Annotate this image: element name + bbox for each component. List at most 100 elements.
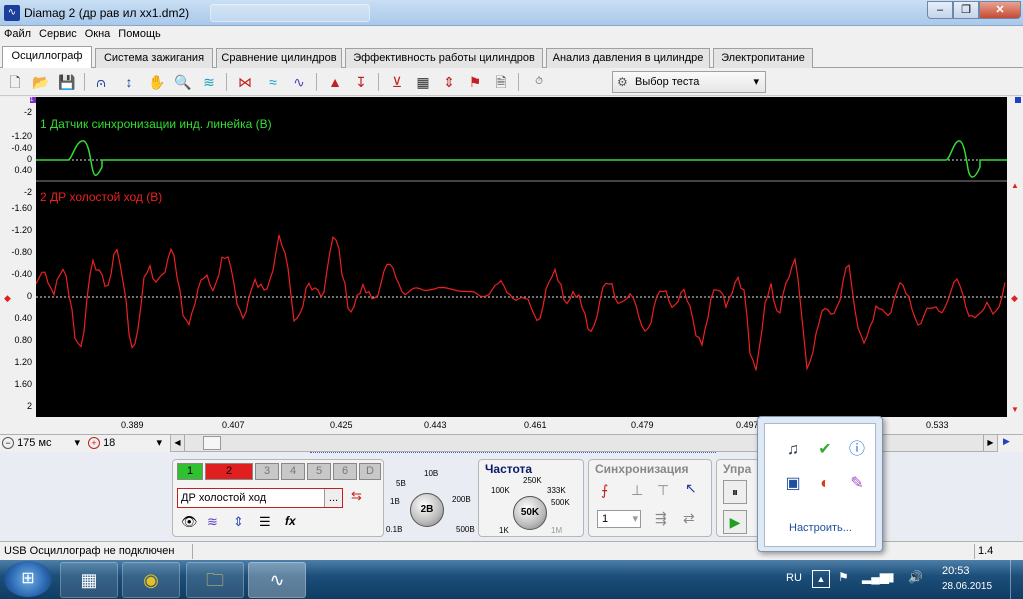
auto-scale-icon[interactable]: ▲ [324, 71, 346, 93]
music-icon[interactable]: ♫ [781, 438, 805, 462]
scroll-up-marker[interactable]: ▲ [1011, 181, 1019, 190]
chrome-icon[interactable]: ◉ [122, 562, 180, 598]
x-tick: 0.443 [424, 420, 447, 430]
start-button[interactable]: ⊞ [4, 561, 52, 597]
check-icon[interactable]: ✔ [813, 438, 837, 462]
document-icon[interactable]: 🗎 [490, 71, 512, 93]
scroll-down-marker[interactable]: ▼ [1011, 405, 1019, 414]
sync-app-icon[interactable]: ◐ [813, 472, 837, 496]
info-icon[interactable]: ⓘ [845, 438, 869, 462]
menu-help[interactable]: Помощь [114, 26, 165, 42]
open-folder-icon[interactable]: 📂 [30, 71, 52, 93]
save-icon[interactable]: 💾 [56, 71, 78, 93]
chevron-down-icon: ▾ [156, 437, 162, 449]
sync-expand-icon[interactable]: ⇶ [655, 510, 667, 527]
channel-name-input[interactable]: ДР холостой ход ... [177, 488, 343, 508]
channel2-right-marker[interactable]: ◆ [1011, 293, 1018, 304]
diamag-taskbar-icon[interactable]: ∿ [248, 562, 306, 598]
eye-icon[interactable]: 👁 [181, 514, 198, 530]
y-tick: -2 [23, 107, 32, 117]
timebase-dropdown[interactable]: − 175 мс ▾ [2, 436, 82, 452]
zoom-icon[interactable]: 🔍 [172, 71, 194, 93]
rising-edge-icon[interactable]: ⨍ [601, 482, 608, 499]
signal-icon[interactable]: ▂▄▆ [862, 570, 889, 584]
channel-swap-icon[interactable]: ⇆ [351, 488, 362, 504]
show-desktop-button[interactable] [1010, 560, 1023, 599]
grid-icon[interactable]: ▦ [412, 71, 434, 93]
panel-splitter[interactable] [310, 452, 716, 456]
version-text: 1.4 [978, 545, 994, 557]
hand-icon[interactable]: ✋ [146, 71, 168, 93]
pause-button[interactable]: ⏸ [723, 480, 747, 504]
channel-button-2[interactable]: 2 [205, 463, 253, 480]
channel-settings-group: 1 2 3 4 5 6 D ДР холостой ход ... ⇆ 👁 ≋ … [172, 459, 384, 537]
scale-arrows-icon[interactable]: ⇕ [233, 514, 244, 530]
play-forward-icon[interactable]: ▶ [1003, 436, 1010, 447]
scroll-thumb[interactable] [203, 436, 221, 450]
auto-gauge-icon[interactable]: ⏱ [528, 71, 550, 93]
menu-windows[interactable]: Окна [81, 26, 115, 42]
monitor-icon[interactable]: ▣ [781, 472, 805, 496]
lines-icon[interactable]: ☰ [259, 514, 271, 530]
battery-icon[interactable]: ▮ [888, 570, 895, 584]
trigger-filter-icon[interactable]: ⊻ [386, 71, 408, 93]
tray-customize-link[interactable]: Настроить... [789, 522, 852, 534]
play-button[interactable]: ▶ [723, 510, 747, 534]
feather-icon[interactable]: ✎ [845, 472, 869, 496]
show-hidden-icons[interactable]: ▲ [812, 570, 830, 588]
menu-file[interactable]: Файл [0, 26, 35, 42]
flag-icon[interactable]: ⚑ [838, 570, 849, 584]
clock-time[interactable]: 20:53 [942, 565, 970, 577]
scroll-left-icon[interactable]: ◀ [171, 435, 185, 451]
close-button[interactable]: ✕ [979, 1, 1021, 19]
frequency-knob[interactable]: 50K [513, 496, 547, 530]
channel-button-5[interactable]: 5 [307, 463, 331, 480]
menu-service[interactable]: Сервис [35, 26, 81, 42]
new-file-icon[interactable]: 🗋 [4, 71, 26, 93]
channel2-zero-marker[interactable]: ◆ [4, 293, 11, 304]
overlay-waves-icon[interactable]: ∿ [288, 71, 310, 93]
tab-ignition[interactable]: Система зажигания [95, 48, 213, 68]
channel-button-3[interactable]: 3 [255, 463, 279, 480]
oscilloscope-view[interactable]: 1 -2 -1.20 -0.40 0 0.40 -1.60 -2 -1.20 -… [0, 97, 1023, 433]
clock-date[interactable]: 28.06.2015 [942, 581, 992, 592]
flag-icon[interactable]: ⚑ [464, 71, 486, 93]
language-indicator[interactable]: RU [786, 572, 802, 584]
volume-icon[interactable]: 🔊 [908, 570, 923, 584]
sync-channel-dropdown[interactable]: 1 ▾ [597, 510, 641, 528]
zero-icon[interactable]: ↧ [350, 71, 372, 93]
tab-power[interactable]: Электропитание [713, 48, 813, 68]
function-icon[interactable]: fx [285, 514, 296, 528]
explorer-icon[interactable]: 🗀 [186, 562, 244, 598]
compress-icon[interactable]: ⋈ [234, 71, 256, 93]
tab-oscilloscope[interactable]: Осциллограф [2, 46, 92, 69]
channel-button-d[interactable]: D [359, 463, 381, 480]
marker-arc-icon[interactable]: ⩀ [90, 71, 112, 93]
minimize-button[interactable]: – [927, 1, 953, 19]
status-divider [192, 544, 193, 559]
channel-button-4[interactable]: 4 [281, 463, 305, 480]
voltage-knob[interactable]: 2В [410, 493, 444, 527]
test-select-dropdown[interactable]: ⚙ Выбор теста ▾ [612, 71, 766, 93]
tab-cylinder-efficiency[interactable]: Эффективность работы цилиндров [345, 48, 543, 68]
trigger-down-icon[interactable]: ⊤ [657, 482, 669, 499]
tab-pressure-analysis[interactable]: Анализ давления в цилиндре [546, 48, 710, 68]
waves-icon[interactable]: ≈ [262, 71, 284, 93]
channel-button-1[interactable]: 1 [177, 463, 203, 480]
channel-number-dropdown[interactable]: + 18 ▾ [88, 436, 164, 452]
scroll-right-icon[interactable]: ▶ [983, 435, 997, 451]
tab-cylinder-compare[interactable]: Сравнение цилиндров [216, 48, 342, 68]
oscilloscope-icon: ∿ [4, 5, 20, 21]
freq-label: 100K [491, 486, 510, 495]
filter-icon[interactable]: ≋ [198, 71, 220, 93]
split-icon[interactable]: ⇕ [438, 71, 460, 93]
falling-edge-icon[interactable]: ⊥ [631, 482, 643, 499]
channel-button-6[interactable]: 6 [333, 463, 357, 480]
sync-collapse-icon[interactable]: ⇄ [683, 510, 695, 527]
calculator-icon[interactable]: ▦ [60, 562, 118, 598]
maximize-button[interactable]: ❐ [953, 1, 979, 19]
channel-name-button[interactable]: ... [324, 489, 342, 507]
cursor-icon[interactable]: ↕ [118, 71, 140, 93]
invert-wave-icon[interactable]: ≋ [207, 514, 218, 530]
trigger-pointer-icon[interactable]: ↖ [685, 480, 697, 497]
